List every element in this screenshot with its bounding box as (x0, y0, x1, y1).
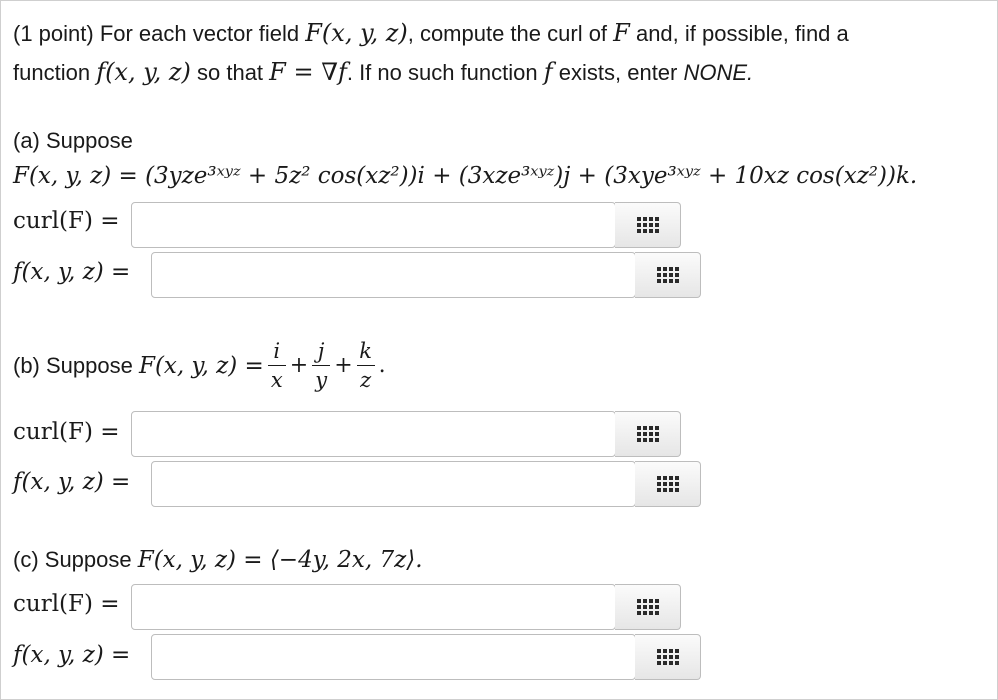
fraction-k-over-z: k z (356, 339, 375, 392)
part-c-f-field[interactable] (152, 635, 635, 679)
intro-text: , compute the curl of (407, 21, 608, 46)
part-b-f-field[interactable] (152, 462, 635, 506)
fraction-denominator: y (315, 368, 328, 392)
intro-text: function (13, 60, 91, 85)
intro-line-1: (1 point) For each vector field F(x, y, … (13, 19, 849, 47)
grid-palette-icon (656, 476, 679, 492)
intro-none-keyword: NONE. (683, 60, 754, 85)
part-b-formula: (b) Suppose F(x, y, z) = i x + j y + k z… (13, 339, 386, 392)
part-b-curl-field[interactable] (132, 412, 615, 456)
part-b-lhs: F(x, y, z) = (138, 352, 264, 379)
grid-palette-icon (636, 426, 659, 442)
fraction-denominator: z (360, 368, 372, 392)
part-c-heading-row: (c) Suppose F(x, y, z) = ⟨−4y, 2x, 7z⟩. (13, 547, 423, 573)
part-b-f-palette-button[interactable] (635, 461, 701, 507)
intro-math-f: f (543, 58, 553, 86)
fraction-numerator: j (317, 339, 325, 363)
intro-math-F: F(x, y, z) (305, 19, 408, 47)
intro-text: (1 point) For each vector field (13, 21, 300, 46)
intro-line-2: function f(x, y, z) so that F = ∇f. If n… (13, 58, 753, 86)
grid-palette-icon (636, 599, 659, 615)
grid-palette-icon (656, 267, 679, 283)
fraction-denominator: x (270, 368, 283, 392)
part-b-f-label: f(x, y, z) = (13, 469, 131, 495)
grid-palette-icon (656, 649, 679, 665)
part-c-curl-field[interactable] (132, 585, 615, 629)
intro-math-F: F (613, 19, 630, 47)
grid-palette-icon (636, 217, 659, 233)
problem-panel: (1 point) For each vector field F(x, y, … (0, 0, 998, 700)
part-c-curl-input[interactable] (131, 584, 616, 630)
part-c-heading: (c) Suppose (13, 547, 132, 572)
part-a-curl-label: curl(F) = (13, 208, 120, 234)
fraction-bar (267, 365, 286, 366)
fraction-bar (356, 365, 375, 366)
plus-sign: + (289, 353, 309, 378)
fraction-j-over-y: j y (312, 339, 331, 392)
intro-text: so that (197, 60, 264, 85)
intro-text: and, if possible, find a (635, 21, 849, 46)
part-a-formula: F(x, y, z) = (3yze³ˣʸᶻ + 5z² cos(xz²))i … (13, 163, 918, 189)
intro-math-f: f(x, y, z) (96, 58, 191, 86)
intro-text: exists, enter (558, 60, 678, 85)
part-c-formula: F(x, y, z) = ⟨−4y, 2x, 7z⟩. (137, 547, 423, 573)
part-b-curl-input[interactable] (131, 411, 616, 457)
part-b-f-input[interactable] (151, 461, 636, 507)
part-a-curl-input[interactable] (131, 202, 616, 248)
part-c-curl-palette-button[interactable] (615, 584, 681, 630)
part-a-f-field[interactable] (152, 253, 635, 297)
fraction-i-over-x: i x (267, 339, 286, 392)
fraction-numerator: i (273, 339, 281, 363)
part-c-curl-label: curl(F) = (13, 591, 120, 617)
part-a-f-label: f(x, y, z) = (13, 259, 131, 285)
part-c-f-palette-button[interactable] (635, 634, 701, 680)
fraction-bar (312, 365, 331, 366)
part-a-curl-field[interactable] (132, 203, 615, 247)
intro-math-gradient: F = ∇f (269, 58, 347, 86)
part-b-heading: (b) Suppose (13, 352, 133, 378)
part-b-curl-label: curl(F) = (13, 419, 120, 445)
plus-sign: + (334, 353, 353, 378)
fraction-numerator: k (359, 339, 372, 363)
period: . (378, 353, 386, 378)
part-c-f-label: f(x, y, z) = (13, 642, 131, 668)
part-a-f-input[interactable] (151, 252, 636, 298)
part-b-curl-palette-button[interactable] (615, 411, 681, 457)
part-c-f-input[interactable] (151, 634, 636, 680)
part-a-heading: (a) Suppose (13, 128, 133, 153)
part-a-f-palette-button[interactable] (635, 252, 701, 298)
intro-text: . If no such function (346, 60, 538, 85)
part-a-curl-palette-button[interactable] (615, 202, 681, 248)
